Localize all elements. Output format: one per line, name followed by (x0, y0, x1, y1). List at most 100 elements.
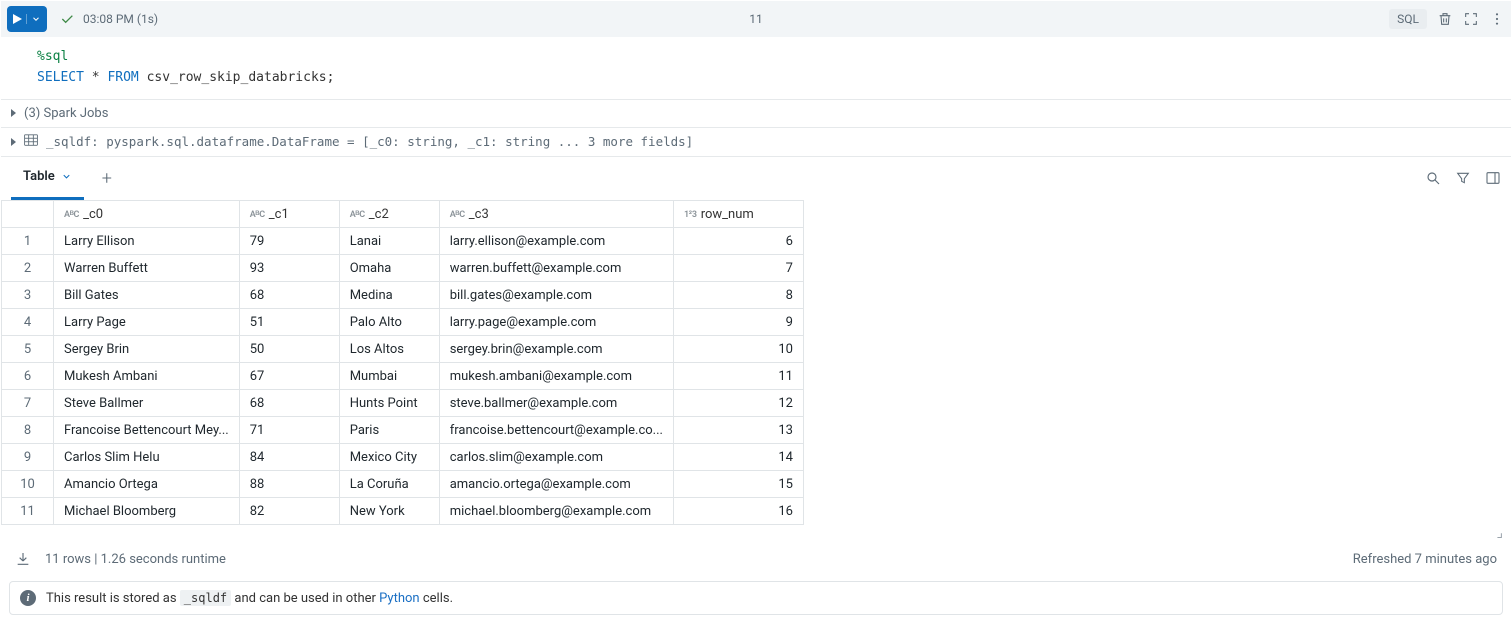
cell-c0: Michael Bloomberg (54, 498, 240, 525)
cell-c3: larry.page@example.com (439, 309, 673, 336)
cell-c3: carlos.slim@example.com (439, 444, 673, 471)
cell-c2: Los Altos (339, 336, 439, 363)
table-row[interactable]: 10Amancio Ortega88La Coruñaamancio.orteg… (2, 471, 804, 498)
table-row[interactable]: 9Carlos Slim Helu84Mexico Citycarlos.sli… (2, 444, 804, 471)
cell-c1: 68 (239, 282, 339, 309)
caret-right-icon (11, 138, 16, 146)
cell-rownum: 13 (673, 417, 803, 444)
column-header-c0[interactable]: AᴮC_c0 (54, 200, 240, 228)
cell-c3: warren.buffett@example.com (439, 255, 673, 282)
column-header-c3[interactable]: AᴮC_c3 (439, 200, 673, 228)
table-row[interactable]: 4Larry Page51Palo Altolarry.page@example… (2, 309, 804, 336)
python-link[interactable]: Python (379, 591, 419, 606)
notebook-cell: 03:08 PM (1s) 11 SQL %sql SELECT * FROM … (0, 0, 1512, 624)
play-icon (13, 14, 22, 24)
chevron-down-icon (31, 14, 41, 24)
tab-table[interactable]: Table (11, 157, 84, 200)
cell-rownum: 6 (673, 228, 803, 255)
column-header-c1[interactable]: AᴮC_c1 (239, 200, 339, 228)
cell-c3: larry.ellison@example.com (439, 228, 673, 255)
cell-c3: mukesh.ambani@example.com (439, 363, 673, 390)
run-button[interactable] (7, 6, 47, 32)
cell-c0: Larry Page (54, 309, 240, 336)
variable-chip: _sqldf (180, 590, 231, 606)
table-row[interactable]: 7Steve Ballmer68Hunts Pointsteve.ballmer… (2, 390, 804, 417)
cell-c3: sergey.brin@example.com (439, 336, 673, 363)
cell-toolbar: 03:08 PM (1s) 11 SQL (1, 1, 1511, 37)
row-index: 3 (2, 282, 54, 309)
row-index: 5 (2, 336, 54, 363)
cell-c0: Warren Buffett (54, 255, 240, 282)
panel-icon (1485, 170, 1501, 186)
run-dropdown[interactable] (26, 14, 41, 24)
download-button[interactable] (15, 551, 31, 567)
row-index: 4 (2, 309, 54, 336)
column-header-index[interactable] (2, 200, 54, 228)
table-row[interactable]: 5Sergey Brin50Los Altossergey.brin@examp… (2, 336, 804, 363)
cell-c1: 68 (239, 390, 339, 417)
check-icon (59, 11, 75, 27)
cell-c2: Omaha (339, 255, 439, 282)
table-row[interactable]: 2Warren Buffett93Omahawarren.buffett@exa… (2, 255, 804, 282)
row-index: 6 (2, 363, 54, 390)
type-string-icon: AᴮC (350, 209, 365, 220)
cell-c1: 93 (239, 255, 339, 282)
search-icon (1425, 170, 1441, 186)
cell-c1: 51 (239, 309, 339, 336)
cell-c2: Paris (339, 417, 439, 444)
table-row[interactable]: 8Francoise Bettencourt Mey...71Parisfran… (2, 417, 804, 444)
code-magic: %sql (37, 49, 68, 64)
type-number-icon: 1²3 (684, 210, 697, 220)
cell-c0: Larry Ellison (54, 228, 240, 255)
code-editor[interactable]: %sql SELECT * FROM csv_row_skip_databric… (1, 37, 1511, 99)
schema-expander[interactable]: _sqldf: pyspark.sql.dataframe.DataFrame … (1, 127, 1511, 156)
cell-c0: Francoise Bettencourt Mey... (54, 417, 240, 444)
code-keyword: SELECT (37, 70, 84, 85)
spark-jobs-expander[interactable]: (3) Spark Jobs (1, 99, 1511, 127)
panel-toggle-button[interactable] (1485, 170, 1501, 186)
spark-jobs-label: (3) Spark Jobs (24, 106, 108, 121)
trash-icon (1437, 11, 1453, 27)
type-string-icon: AᴮC (450, 209, 465, 220)
cell-c0: Amancio Ortega (54, 471, 240, 498)
row-index: 1 (2, 228, 54, 255)
cell-c2: Hunts Point (339, 390, 439, 417)
output-tabs: Table + (1, 156, 1511, 200)
cell-c1: 50 (239, 336, 339, 363)
cell-index: 11 (749, 12, 763, 26)
cell-c0: Bill Gates (54, 282, 240, 309)
delete-cell-button[interactable] (1437, 11, 1453, 27)
cell-c3: steve.ballmer@example.com (439, 390, 673, 417)
results-table: AᴮC_c0 AᴮC_c1 AᴮC_c2 AᴮC_c3 1²3row_num 1… (1, 200, 804, 526)
chevron-down-icon (61, 171, 72, 182)
cell-rownum: 14 (673, 444, 803, 471)
column-header-c2[interactable]: AᴮC_c2 (339, 200, 439, 228)
row-index: 9 (2, 444, 54, 471)
table-row[interactable]: 3Bill Gates68Medinabill.gates@example.co… (2, 282, 804, 309)
language-badge[interactable]: SQL (1389, 9, 1427, 29)
row-index: 2 (2, 255, 54, 282)
cell-rownum: 12 (673, 390, 803, 417)
table-row[interactable]: 11Michael Bloomberg82New Yorkmichael.blo… (2, 498, 804, 525)
kebab-icon (1489, 11, 1505, 27)
table-row[interactable]: 6Mukesh Ambani67Mumbaimukesh.ambani@exam… (2, 363, 804, 390)
type-string-icon: AᴮC (64, 209, 79, 220)
table-row[interactable]: 1Larry Ellison79Lanailarry.ellison@examp… (2, 228, 804, 255)
column-header-rownum[interactable]: 1²3row_num (673, 200, 803, 228)
fullscreen-button[interactable] (1463, 11, 1479, 27)
cell-c1: 79 (239, 228, 339, 255)
search-output-button[interactable] (1425, 170, 1441, 186)
cell-rownum: 16 (673, 498, 803, 525)
more-options-button[interactable] (1489, 11, 1505, 27)
row-index: 8 (2, 417, 54, 444)
info-text: This result is stored as _sqldf and can … (46, 591, 453, 606)
info-icon: i (20, 590, 36, 606)
cell-rownum: 10 (673, 336, 803, 363)
fullscreen-icon (1463, 11, 1479, 27)
results-footer: 11 rows | 1.26 seconds runtime Refreshed… (1, 541, 1511, 577)
cell-c3: michael.bloomberg@example.com (439, 498, 673, 525)
filter-button[interactable] (1455, 170, 1471, 186)
resize-handle-icon[interactable]: ⌟ (1, 525, 1511, 541)
cell-c2: New York (339, 498, 439, 525)
add-tab-button[interactable]: + (102, 168, 112, 189)
